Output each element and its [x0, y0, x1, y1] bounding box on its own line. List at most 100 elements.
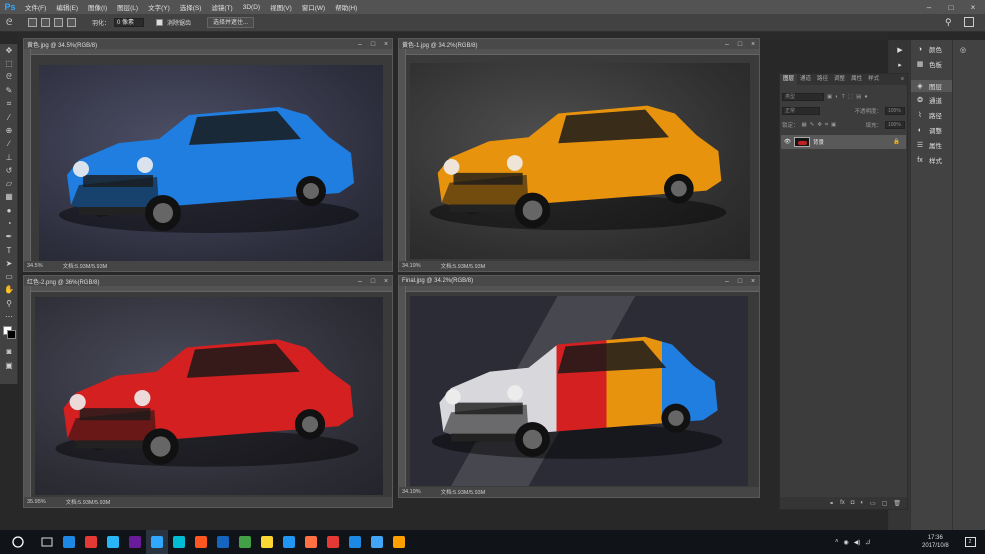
- menu-type[interactable]: 文字(Y): [143, 2, 175, 12]
- eraser-tool-icon[interactable]: ▱: [0, 177, 18, 190]
- zoom-level[interactable]: 34.19%: [402, 263, 421, 269]
- libraries-icon[interactable]: ◎: [958, 45, 968, 55]
- zoom-level[interactable]: 34.19%: [402, 489, 421, 495]
- doc-maximize-button[interactable]: □: [734, 276, 746, 286]
- document-window-1[interactable]: 黄色.jpg @ 34.5%(RGB/8) – □ × 34.5% 文档:5.9…: [23, 38, 393, 272]
- filter-pixel-icon[interactable]: ▣: [827, 94, 832, 100]
- tab-layers[interactable]: 图层: [780, 74, 798, 85]
- panel-layers[interactable]: ◈ 图层: [911, 80, 953, 92]
- document-title-bar[interactable]: 黄色-1.jpg @ 34.2%(RGB/8) – □ ×: [399, 39, 759, 49]
- zoom-level[interactable]: 35.95%: [27, 499, 46, 505]
- screen-mode-icon[interactable]: ▣: [0, 359, 18, 372]
- tab-styles[interactable]: 样式: [865, 74, 882, 85]
- taskbar-app-12[interactable]: [300, 530, 322, 554]
- filter-toggle-icon[interactable]: ●: [864, 94, 867, 100]
- select-and-mask-button[interactable]: 选择并遮住...: [207, 17, 255, 28]
- canvas-area[interactable]: [31, 55, 392, 261]
- eyedropper-tool-icon[interactable]: ⁄: [0, 110, 18, 123]
- zoom-level[interactable]: 34.5%: [27, 263, 43, 269]
- new-layer-icon[interactable]: ▢: [882, 500, 888, 507]
- add-selection-icon[interactable]: [41, 18, 50, 27]
- lock-paint-icon[interactable]: ✎: [810, 122, 815, 128]
- history-brush-icon[interactable]: ↺: [0, 164, 18, 177]
- lock-pixels-icon[interactable]: ▦: [802, 122, 807, 128]
- layer-name[interactable]: 背景: [813, 138, 824, 146]
- actions-icon[interactable]: ▸: [895, 60, 905, 70]
- canvas-area[interactable]: [31, 292, 392, 497]
- more-tools-icon[interactable]: ⋯: [0, 310, 18, 323]
- search-icon[interactable]: ⚲: [945, 17, 952, 28]
- menu-edit[interactable]: 编辑(E): [51, 2, 83, 12]
- taskbar-app-7[interactable]: [190, 530, 212, 554]
- tab-paths[interactable]: 路径: [814, 74, 831, 85]
- opacity-input[interactable]: 100%: [885, 107, 905, 115]
- doc-close-button[interactable]: ×: [747, 39, 759, 49]
- document-window-3[interactable]: 红色-2.png @ 36%(RGB/8) – □ × 35.95% 文档:5.…: [23, 275, 393, 508]
- menu-layer[interactable]: 图层(L): [112, 2, 143, 12]
- visibility-eye-icon[interactable]: 👁: [784, 139, 791, 145]
- filter-adjust-icon[interactable]: ◐: [835, 94, 838, 100]
- menu-select[interactable]: 选择(S): [175, 2, 207, 12]
- dodge-tool-icon[interactable]: ◔: [0, 217, 18, 230]
- document-window-4[interactable]: Final.jpg @ 34.2%(RGB/8) – □ × 34.19% 文档…: [398, 275, 760, 498]
- taskbar-app-11[interactable]: [278, 530, 300, 554]
- fill-input[interactable]: 100%: [885, 121, 905, 129]
- input-method-icon[interactable]: ك: [865, 539, 870, 546]
- pen-tool-icon[interactable]: ✒: [0, 230, 18, 243]
- healing-tool-icon[interactable]: ⊕: [0, 124, 18, 137]
- menu-view[interactable]: 视图(V): [265, 2, 297, 12]
- link-layers-icon[interactable]: ⚭: [829, 500, 834, 507]
- panel-paths[interactable]: ⌇ 路径: [915, 110, 942, 120]
- lock-artboard-icon[interactable]: ⌗: [825, 122, 828, 129]
- taskbar-app-2[interactable]: [80, 530, 102, 554]
- brush-tool-icon[interactable]: ∕: [0, 137, 18, 150]
- subtract-selection-icon[interactable]: [54, 18, 63, 27]
- new-adjustment-icon[interactable]: ◐: [860, 500, 864, 506]
- doc-maximize-button[interactable]: □: [367, 39, 379, 49]
- taskbar-app-4[interactable]: [124, 530, 146, 554]
- doc-minimize-button[interactable]: –: [721, 39, 733, 49]
- hand-tool-icon[interactable]: ✋: [0, 283, 18, 296]
- taskbar-app-16[interactable]: [388, 530, 410, 554]
- tray-chevron-icon[interactable]: ˄: [835, 539, 839, 545]
- panel-channels[interactable]: ❂ 通道: [915, 95, 942, 105]
- path-select-icon[interactable]: ➤: [0, 257, 18, 270]
- filter-smart-icon[interactable]: ▤: [856, 94, 861, 100]
- quick-select-tool-icon[interactable]: ✎: [0, 84, 18, 97]
- taskbar-app-13[interactable]: [322, 530, 344, 554]
- color-swatch-icon[interactable]: [0, 323, 18, 345]
- doc-close-button[interactable]: ×: [380, 39, 392, 49]
- taskbar-app-5[interactable]: [146, 530, 168, 554]
- layer-item-background[interactable]: 👁 背景 🔒: [781, 135, 906, 149]
- taskbar-app-15[interactable]: [366, 530, 388, 554]
- filter-shape-icon[interactable]: ⬚: [848, 94, 853, 100]
- shape-tool-icon[interactable]: ▭: [0, 270, 18, 283]
- lock-all-icon[interactable]: ▣: [831, 122, 836, 128]
- marquee-tool-icon[interactable]: ⬚: [0, 57, 18, 70]
- stamp-tool-icon[interactable]: ⊥: [0, 150, 18, 163]
- taskbar-app-1[interactable]: [58, 530, 80, 554]
- taskbar-app-9[interactable]: [234, 530, 256, 554]
- panel-styles[interactable]: fx 样式: [915, 155, 942, 166]
- history-icon[interactable]: ▶: [895, 45, 905, 55]
- taskbar-app-10[interactable]: [256, 530, 278, 554]
- doc-minimize-button[interactable]: –: [721, 276, 733, 286]
- lock-position-icon[interactable]: ✥: [817, 122, 822, 128]
- layer-style-icon[interactable]: fx: [840, 500, 845, 506]
- clock[interactable]: 17:36 2017/10/8: [922, 530, 949, 554]
- move-tool-icon[interactable]: ✥: [0, 44, 18, 57]
- feather-input[interactable]: 0 像素: [114, 18, 145, 27]
- panel-adjustments[interactable]: ◐ 调整: [915, 125, 942, 136]
- taskbar-app-3[interactable]: [102, 530, 124, 554]
- panel-properties[interactable]: ☰ 属性: [915, 140, 942, 150]
- taskbar-app-14[interactable]: [344, 530, 366, 554]
- canvas-area[interactable]: [406, 292, 759, 487]
- tab-properties[interactable]: 属性: [848, 74, 865, 85]
- menu-file[interactable]: 文件(F): [20, 2, 51, 12]
- lasso-tool-icon[interactable]: ᘓ: [6, 17, 24, 28]
- blur-tool-icon[interactable]: ●: [0, 204, 18, 217]
- gradient-tool-icon[interactable]: ▦: [0, 190, 18, 203]
- doc-minimize-button[interactable]: –: [354, 39, 366, 49]
- canvas-area[interactable]: [406, 55, 759, 261]
- notification-center-button[interactable]: 2: [962, 530, 978, 554]
